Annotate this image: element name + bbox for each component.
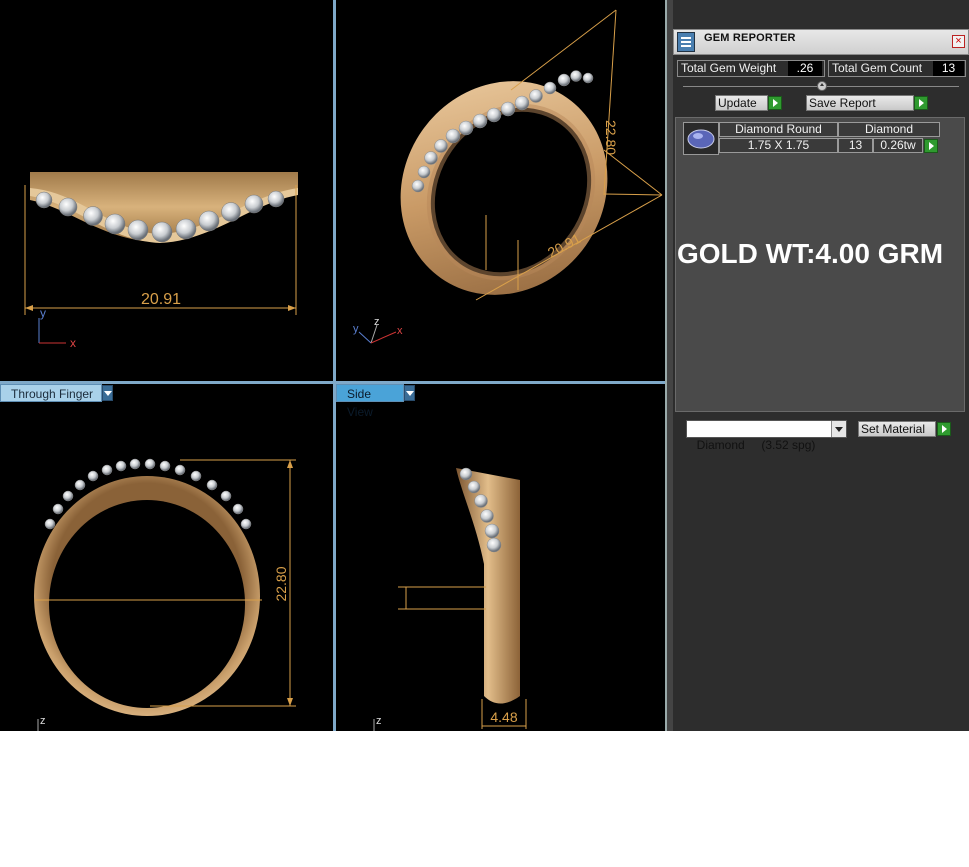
front-view-render: 20.91 y x bbox=[24, 172, 298, 350]
close-icon[interactable]: × bbox=[952, 35, 965, 48]
front-dimension-label: 20.91 bbox=[141, 291, 181, 308]
panel-edge bbox=[667, 0, 673, 731]
viewport-through-finger[interactable]: 22.80 z Through Finger bbox=[0, 384, 333, 731]
through-finger-render: 22.80 z bbox=[34, 458, 296, 731]
dropdown-arrow-icon[interactable] bbox=[831, 421, 846, 437]
diamond-thumbnail-graphic bbox=[687, 129, 715, 149]
axis-z-label: z bbox=[376, 715, 382, 727]
axis-x-label: x bbox=[397, 325, 403, 337]
view-label-through-finger[interactable]: Through Finger bbox=[0, 384, 102, 402]
green-arrow-icon[interactable] bbox=[768, 96, 782, 110]
panel-title: GEM REPORTER bbox=[704, 32, 796, 44]
axis-y-label: y bbox=[40, 306, 46, 320]
axis-z-label: z bbox=[40, 715, 46, 727]
perspective-view-render: 22.80 20.91 y z x bbox=[353, 9, 663, 344]
view-dropdown-icon[interactable] bbox=[404, 385, 415, 401]
axis-y-label: y bbox=[353, 323, 359, 335]
axis-z-label: z bbox=[374, 316, 380, 328]
total-gem-count-value: 13 bbox=[933, 61, 964, 76]
viewport-front[interactable]: 20.91 y x bbox=[0, 0, 333, 381]
total-gem-count-text: Total Gem Count bbox=[832, 61, 923, 75]
update-button[interactable]: Update bbox=[715, 95, 768, 111]
green-arrow-icon[interactable] bbox=[937, 422, 951, 436]
view-dropdown-icon[interactable] bbox=[102, 385, 113, 401]
through-finger-dimension-label: 22.80 bbox=[273, 566, 289, 601]
gold-weight-text: GOLD WT:4.00 GRM bbox=[677, 238, 944, 269]
axis-x-label: x bbox=[70, 336, 76, 350]
set-material-button[interactable]: Set Material bbox=[858, 421, 936, 437]
diamond-thumbnail-icon[interactable] bbox=[683, 122, 719, 155]
save-report-button[interactable]: Save Report bbox=[806, 95, 914, 111]
green-arrow-icon[interactable] bbox=[924, 139, 938, 153]
total-gem-weight-text: Total Gem Weight bbox=[681, 61, 777, 75]
gem-carat-cell: 0.26tw bbox=[873, 138, 923, 153]
viewport-perspective[interactable]: 22.80 20.91 y z x bbox=[336, 0, 665, 381]
viewport-side-view[interactable]: 4.48 z Side View bbox=[336, 384, 665, 731]
green-arrow-icon[interactable] bbox=[914, 96, 928, 110]
gem-shape-cell: Diamond Round bbox=[719, 122, 838, 137]
total-gem-weight-value: .26 bbox=[788, 61, 822, 76]
material-select[interactable]: Diamond (3.52 spg) bbox=[686, 420, 847, 452]
gem-count-cell: 13 bbox=[838, 138, 873, 153]
gem-reporter-title-bar[interactable]: GEM REPORTER × bbox=[673, 29, 969, 55]
material-select-value: Diamond (3.52 spg) bbox=[696, 438, 816, 452]
side-width-dimension-label: 4.48 bbox=[490, 709, 517, 725]
gem-material-cell: Diamond bbox=[838, 122, 940, 137]
gem-reporter-icon bbox=[677, 32, 695, 52]
side-view-render: 4.48 z bbox=[373, 467, 527, 731]
view-label-side-view[interactable]: Side View bbox=[336, 384, 404, 419]
collapse-arrow-icon[interactable] bbox=[817, 81, 827, 91]
height-dimension-label: 22.80 bbox=[603, 120, 619, 155]
gem-size-cell: 1.75 X 1.75 bbox=[719, 138, 838, 153]
